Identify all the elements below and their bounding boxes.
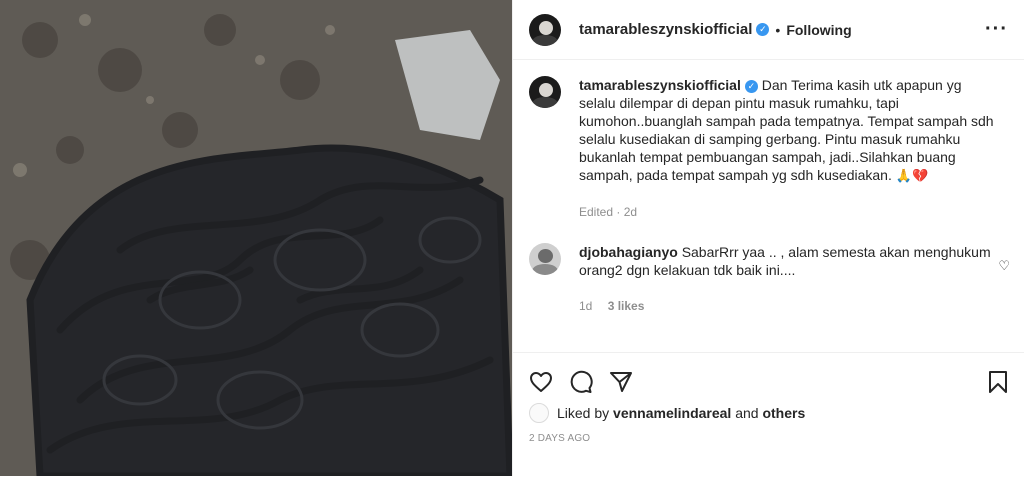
comment-like-heart-icon[interactable]: ♡ [998,258,1010,274]
comment-age: 1d [579,299,593,313]
caption-username[interactable]: tamarableszynskiofficial [579,77,741,93]
liked-by-and: and [735,405,759,421]
comments-section: tamarableszynskiofficial ✓ Dan Terima kas… [513,60,1024,332]
caption-meta: Edited · 2d [579,203,999,221]
liker-username[interactable]: vennamelindareal [613,405,731,421]
verified-badge-icon: ✓ [756,23,770,36]
post-actions: Liked by vennamelindareal and others 2 D… [513,352,1024,477]
liker-avatar[interactable] [529,403,549,423]
separator-dot: • [775,21,781,38]
edited-label: Edited · 2d [579,205,638,219]
more-options-icon[interactable]: ··· [985,18,1008,41]
like-heart-icon[interactable] [529,370,553,394]
liked-by-row: Liked by vennamelindareal and others [513,397,1024,423]
commenter-avatar[interactable] [529,243,561,275]
caption: tamarableszynskiofficial ✓ Dan Terima kas… [529,76,1008,221]
post-header: tamarableszynskiofficial ✓ • Following ·… [513,0,1024,60]
comment-bubble-icon[interactable] [569,370,593,394]
post-timestamp[interactable]: 2 DAYS AGO [513,423,1024,444]
caption-emojis: 🙏💔 [895,168,929,183]
following-button[interactable]: Following [786,22,851,38]
verified-badge-icon: ✓ [744,80,758,93]
save-bookmark-icon[interactable] [987,370,1009,394]
post-side-panel: tamarableszynskiofficial ✓ • Following ·… [512,0,1024,476]
commenter-username[interactable]: djobahagianyo [579,244,678,260]
comment-meta: 1d 3 likes [579,297,999,315]
comment-likes[interactable]: 3 likes [608,299,645,313]
post-photo [0,0,512,476]
author-username[interactable]: tamarableszynskiofficial [579,21,752,38]
others-link[interactable]: others [762,405,805,421]
comment-item: djobahagianyo SabarRrr yaa .. , alam sem… [529,243,1008,315]
share-send-icon[interactable] [609,370,633,394]
author-avatar[interactable] [529,13,561,46]
post-image[interactable] [0,0,512,476]
liked-by-prefix: Liked by [557,405,610,421]
caption-avatar[interactable] [529,76,561,108]
